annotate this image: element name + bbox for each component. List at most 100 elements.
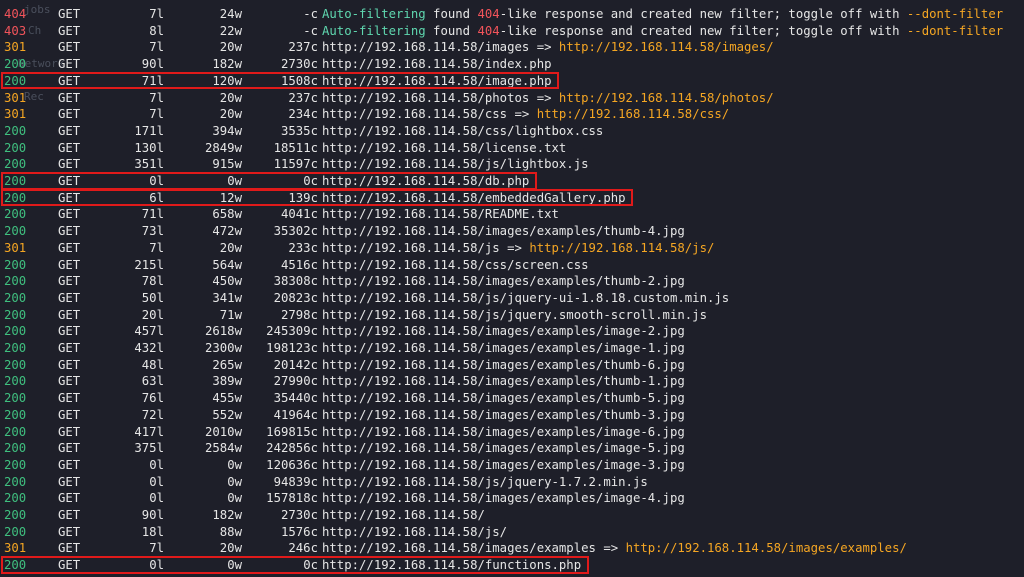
url-cell: http://192.168.114.58/license.txt xyxy=(322,140,566,157)
result-row: 301 GET 7l 20w 233c http://192.168.114.58/js … xyxy=(0,240,1024,257)
terminal-window[interactable]: jobs Ch Network Rec 404 GET 7l 24w -c Auto-fi… xyxy=(0,0,1024,577)
url-link[interactable]: http://192.168.114.58/css xyxy=(322,107,507,121)
url-cell: http://192.168.114.58/images/examples/th… xyxy=(322,373,685,390)
url-link[interactable]: http://192.168.114.58/ xyxy=(322,508,485,522)
url-cell: http://192.168.114.58/images/examples/th… xyxy=(322,357,685,374)
word-count: 658w xyxy=(212,207,242,222)
result-row: 200 GET 63l 389w 27990c http://192.168.114.58… xyxy=(0,373,1024,390)
url-link[interactable]: http://192.168.114.58/js/lightbox.js xyxy=(322,157,589,171)
redirect-url[interactable]: http://192.168.114.58/images/ xyxy=(559,40,774,54)
char-count: 245309c xyxy=(266,324,318,339)
url-link[interactable]: http://192.168.114.58/images/examples xyxy=(322,541,596,555)
url-link[interactable]: http://192.168.114.58/images/examples/im… xyxy=(322,458,685,472)
line-count: 417l xyxy=(134,424,164,439)
url-link[interactable]: http://192.168.114.58/images/examples/th… xyxy=(322,274,685,288)
url-link[interactable]: http://192.168.114.58/README.txt xyxy=(322,207,559,221)
status-code: 200 xyxy=(4,57,27,72)
method: GET xyxy=(58,274,81,289)
url-link[interactable]: http://192.168.114.58/images/examples/im… xyxy=(322,425,685,439)
url-link[interactable]: http://192.168.114.58/js/ xyxy=(322,525,507,539)
auto-filter-label: Auto-filtering xyxy=(322,23,426,38)
highlight-box xyxy=(1,71,560,90)
url-link[interactable]: http://192.168.114.58/images/examples/im… xyxy=(322,491,685,505)
line-count: 73l xyxy=(141,224,164,239)
url-link[interactable]: http://192.168.114.58/css/lightbox.css xyxy=(322,124,603,138)
url-link[interactable]: http://192.168.114.58/js/jquery-1.7.2.mi… xyxy=(322,475,648,489)
url-link[interactable]: http://192.168.114.58/images xyxy=(322,40,529,54)
url-link[interactable]: http://192.168.114.58/license.txt xyxy=(322,141,566,155)
message-text: found xyxy=(425,23,478,38)
url-link[interactable]: http://192.168.114.58/js/jquery-ui-1.8.1… xyxy=(322,291,729,305)
word-count: 341w xyxy=(212,290,242,305)
redirect-url[interactable]: http://192.168.114.58/photos/ xyxy=(559,91,774,105)
url-cell: http://192.168.114.58/js => http://192.1… xyxy=(322,240,714,257)
line-count: 71l xyxy=(141,207,164,222)
url-link[interactable]: http://192.168.114.58/index.php xyxy=(322,57,552,71)
url-link[interactable]: http://192.168.114.58/images/examples/th… xyxy=(322,358,685,372)
line-count: 130l xyxy=(134,140,164,155)
char-count: 94839c xyxy=(273,474,318,489)
url-link[interactable]: http://192.168.114.58/js/jquery.smooth-s… xyxy=(322,308,707,322)
method: GET xyxy=(58,123,81,138)
char-count: 234c xyxy=(288,107,318,122)
method: GET xyxy=(58,524,81,539)
url-link[interactable]: http://192.168.114.58/images/examples/th… xyxy=(322,374,685,388)
url-cell: http://192.168.114.58/images/examples/im… xyxy=(322,340,685,357)
url-link[interactable]: http://192.168.114.58/images/examples/im… xyxy=(322,441,685,455)
filter-message: Auto-filtering found 404-like response a… xyxy=(322,6,1003,23)
result-row: 301 GET 7l 20w 246c http://192.168.114.58/ima… xyxy=(0,540,1024,557)
result-row: 200 GET 18l 88w 1576c http://192.168.114.58/j… xyxy=(0,524,1024,541)
url-cell: http://192.168.114.58/photos => http://1… xyxy=(322,90,774,107)
result-row: 200 GET 90l 182w 2730c http://192.168.114.58/… xyxy=(0,56,1024,73)
url-link[interactable]: http://192.168.114.58/images/examples/th… xyxy=(322,391,685,405)
line-count: 0l xyxy=(149,474,164,489)
char-count: 4041c xyxy=(280,207,318,222)
status-code: 301 xyxy=(4,240,27,255)
method: GET xyxy=(58,7,81,21)
char-count: 2798c xyxy=(280,307,318,322)
redirect-url[interactable]: http://192.168.114.58/css/ xyxy=(537,107,730,121)
url-link[interactable]: http://192.168.114.58/css/screen.css xyxy=(322,258,589,272)
method: GET xyxy=(58,341,81,355)
result-row: 200 GET 0l 0w 94839c http://192.168.114.58/js… xyxy=(0,474,1024,491)
method: GET xyxy=(58,290,81,305)
word-count: 2618w xyxy=(204,324,242,339)
result-row: 301 GET 7l 20w 237c http://192.168.114.58/ima… xyxy=(0,39,1024,56)
status-code: 200 xyxy=(4,274,27,289)
method: GET xyxy=(58,508,81,522)
status-code: 200 xyxy=(4,123,27,138)
message-code: 404 xyxy=(477,7,500,21)
result-row: 200 GET 72l 552w 41964c http://192.168.114.58… xyxy=(0,407,1024,424)
word-count: 2300w xyxy=(204,341,242,355)
char-count: 18511c xyxy=(273,140,318,155)
method: GET xyxy=(58,407,81,422)
url-cell: http://192.168.114.58/images/examples/th… xyxy=(322,407,685,424)
redirect-url[interactable]: http://192.168.114.58/images/examples/ xyxy=(626,541,907,555)
method: GET xyxy=(58,541,81,556)
word-count: 450w xyxy=(212,274,242,289)
char-count: 198123c xyxy=(266,341,318,355)
url-link[interactable]: http://192.168.114.58/images/examples/th… xyxy=(322,408,685,422)
line-count: 90l xyxy=(141,57,164,72)
redirect-url[interactable]: http://192.168.114.58/js/ xyxy=(529,241,714,255)
url-cell: http://192.168.114.58/js/lightbox.js xyxy=(322,156,589,173)
line-count: 18l xyxy=(141,524,164,539)
redirect-arrow: => xyxy=(507,240,522,255)
method: GET xyxy=(58,424,81,439)
method: GET xyxy=(58,90,81,105)
url-link[interactable]: http://192.168.114.58/photos xyxy=(322,91,529,105)
message-code: 404 xyxy=(477,23,500,38)
method: GET xyxy=(58,307,81,322)
char-count: 2730c xyxy=(280,57,318,72)
word-count: 389w xyxy=(212,374,242,389)
status-code: 404 xyxy=(4,7,27,21)
url-link[interactable]: http://192.168.114.58/js xyxy=(322,241,500,255)
url-link[interactable]: http://192.168.114.58/images/examples/im… xyxy=(322,324,685,338)
url-link[interactable]: http://192.168.114.58/images/examples/th… xyxy=(322,224,685,238)
url-cell: http://192.168.114.58/images/examples/im… xyxy=(322,440,685,457)
url-link[interactable]: http://192.168.114.58/images/examples/im… xyxy=(322,341,685,355)
url-cell: http://192.168.114.58/css/lightbox.css xyxy=(322,123,603,140)
method: GET xyxy=(58,140,81,155)
result-row: 200 GET 417l 2010w 169815c http://192.168.114… xyxy=(0,424,1024,441)
url-cell: http://192.168.114.58/js/jquery-ui-1.8.1… xyxy=(322,290,729,307)
